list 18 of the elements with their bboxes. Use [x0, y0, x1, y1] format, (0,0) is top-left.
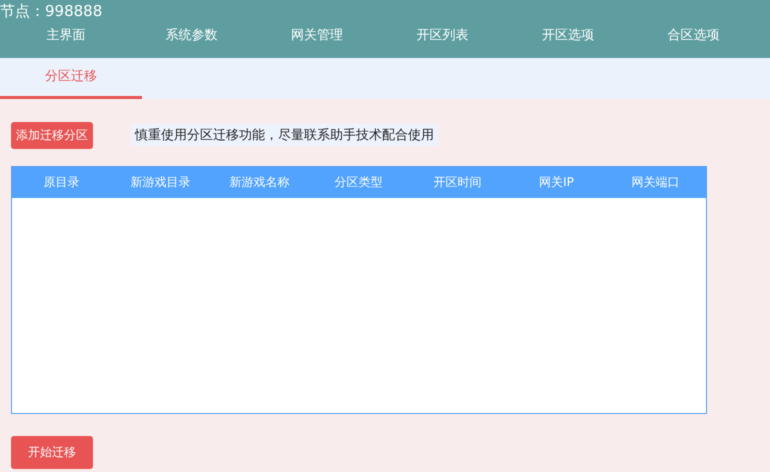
column-header: 开区时间: [432, 174, 482, 191]
column-header: 新游戏目录: [130, 174, 192, 191]
column-header: 新游戏名称: [228, 174, 290, 191]
start-button[interactable]: 开始迁移: [11, 436, 93, 469]
column-header: 原目录: [42, 174, 80, 191]
nav-item[interactable]: 开区选项: [505, 22, 630, 50]
column-header: 网关端口: [630, 174, 680, 191]
subtab[interactable]: 分区迁移: [0, 58, 142, 99]
notice-text: 慎重使用分区迁移功能，尽量联系助手技术配合使用: [131, 124, 438, 146]
nav-item[interactable]: 系统参数: [128, 22, 254, 50]
nav-item[interactable]: 主界面: [3, 22, 128, 50]
add-button[interactable]: 添加迁移分区: [11, 122, 93, 149]
column-header: 网关IP: [538, 174, 575, 191]
nav-item[interactable]: 合区选项: [630, 22, 756, 50]
column-header: 分区类型: [334, 174, 384, 191]
node-label: 节点：998888: [0, 1, 102, 22]
nav-item[interactable]: 开区列表: [380, 22, 505, 50]
nav-item[interactable]: 网关管理: [254, 22, 380, 50]
